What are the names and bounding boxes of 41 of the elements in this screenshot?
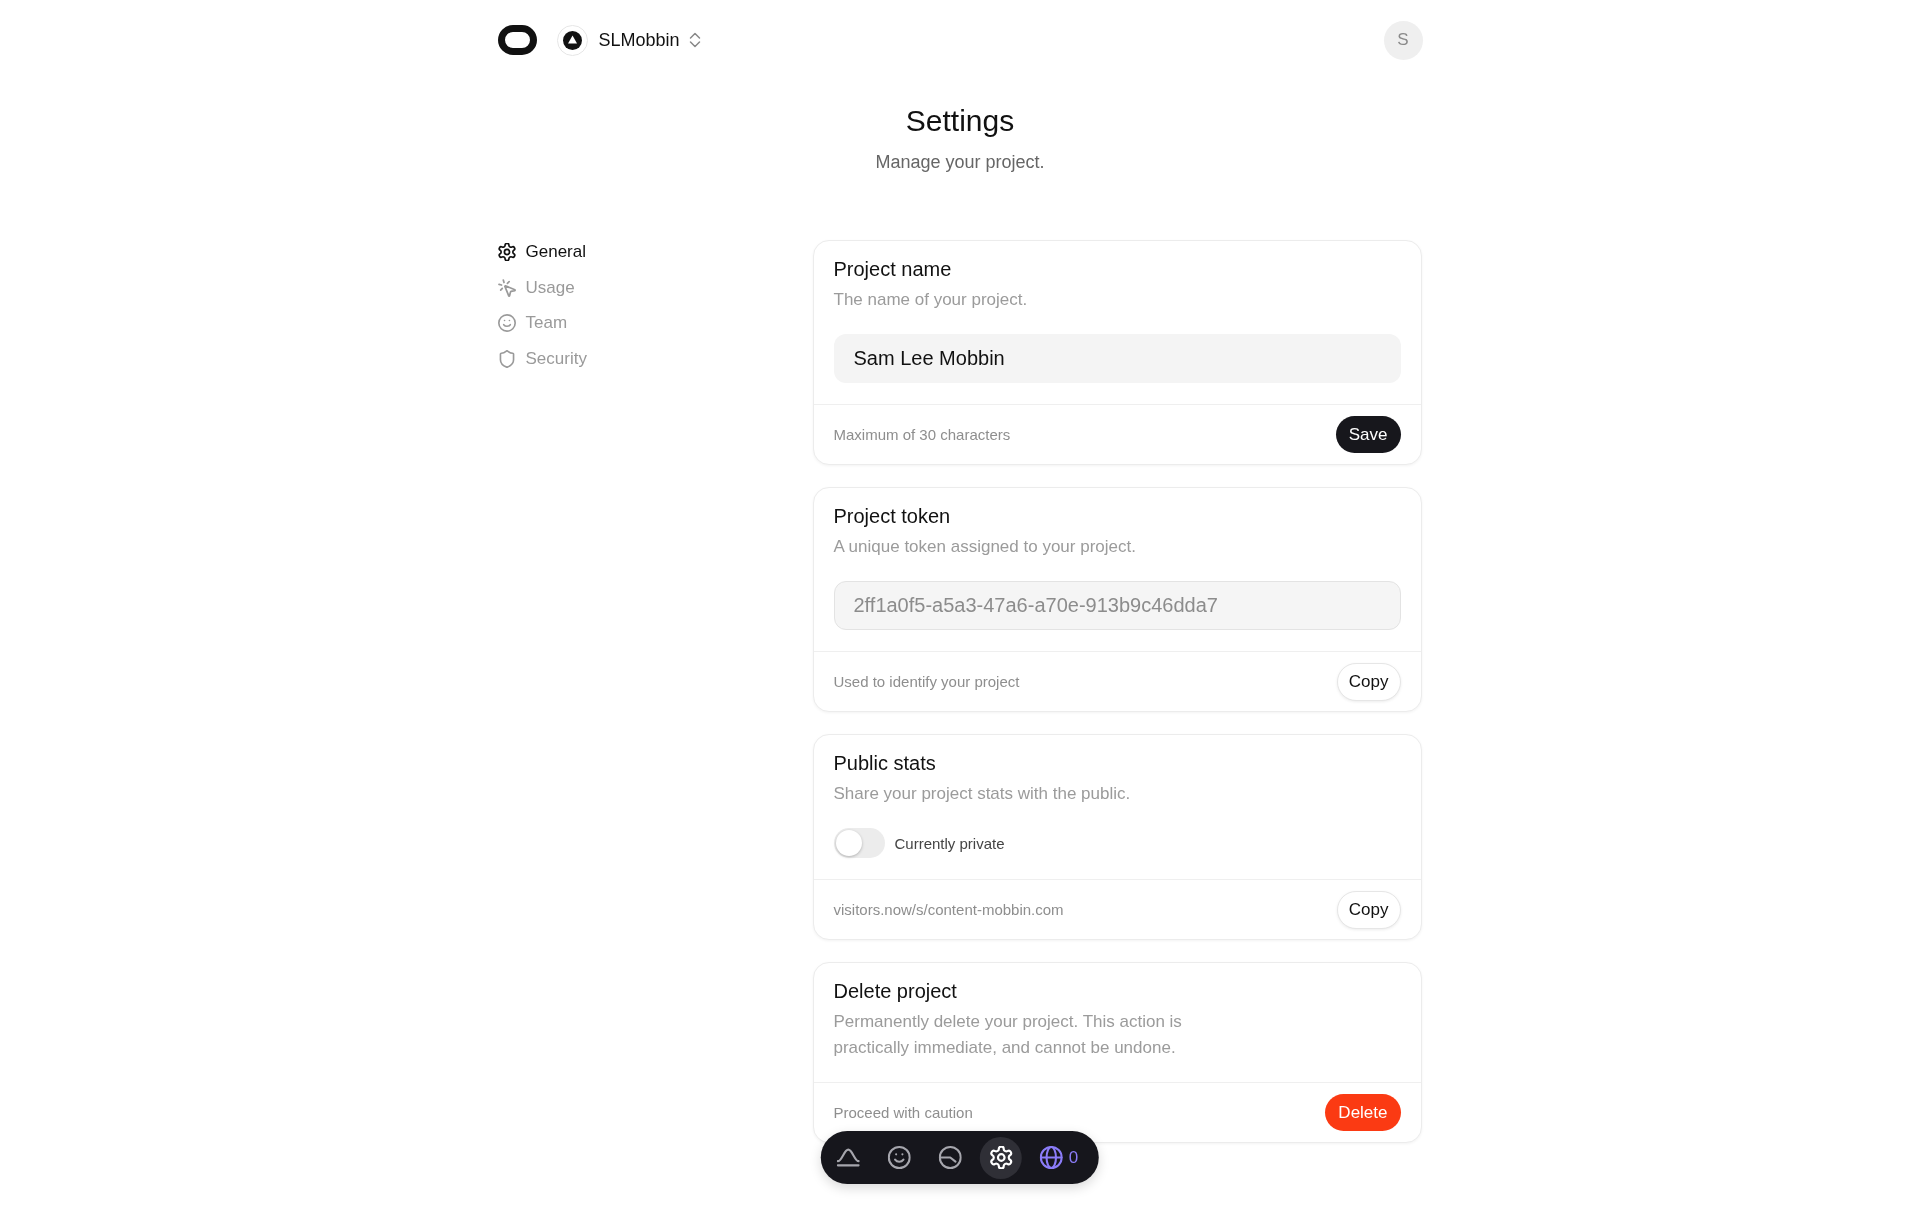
copy-button[interactable]: Copy [1336,890,1401,929]
smile-icon [887,1146,911,1169]
globe-icon [1039,1146,1063,1169]
gear-icon [497,243,516,261]
card-description: Share your project stats with the public. [833,783,1132,805]
footer-note: Proceed with caution [833,1104,973,1121]
settings-icon [989,1146,1013,1169]
shield-icon [497,349,516,368]
footer-note: Maximum of 30 characters [833,426,1011,443]
card-title: Delete project [833,979,958,1004]
chevron-up-down-icon [688,32,701,48]
logo-icon[interactable] [497,25,537,55]
text-input[interactable]: Sam Lee Mobbin [833,334,1401,383]
project-switcher[interactable]: SLMobbin [556,24,701,56]
dock-button[interactable]: 0 [1030,1136,1088,1179]
sidebar-item[interactable]: General [497,240,586,264]
sidebar-item[interactable]: Usage [497,275,575,300]
toggle-switch[interactable] [833,828,885,858]
sidebar-item[interactable]: Security [497,346,587,371]
card-description: The name of your project. [833,289,1029,311]
user-avatar[interactable]: S [1383,20,1423,60]
card-title: Project token [833,504,952,529]
page-title: Settings [904,103,1016,139]
card-description: A unique token assigned to your project. [833,536,1137,558]
card-title: Public stats [833,751,937,776]
bell-curve-icon [836,1146,860,1169]
footer-note: Used to identify your project [833,673,1020,690]
triangle-avatar-icon [556,24,588,56]
gauge-icon [938,1146,962,1169]
page-subtitle: Manage your project. [874,151,1046,174]
delete-button[interactable]: Delete [1325,1094,1401,1131]
sidebar-item[interactable]: Team [497,311,568,335]
card-title: Project name [833,257,953,282]
save-button[interactable]: Save [1335,416,1401,453]
smile-icon [497,314,516,332]
copy-button[interactable]: Copy [1336,662,1401,701]
card-description: Permanently delete your project. This action is practically immediate, and cannot be undone. [833,1011,1183,1059]
dock-button[interactable] [979,1136,1022,1179]
toggle-label: Currently private [894,834,1005,852]
cursor-click-icon [497,278,516,297]
footer-note: visitors.now/s/content-mobbin.com [833,901,1064,918]
